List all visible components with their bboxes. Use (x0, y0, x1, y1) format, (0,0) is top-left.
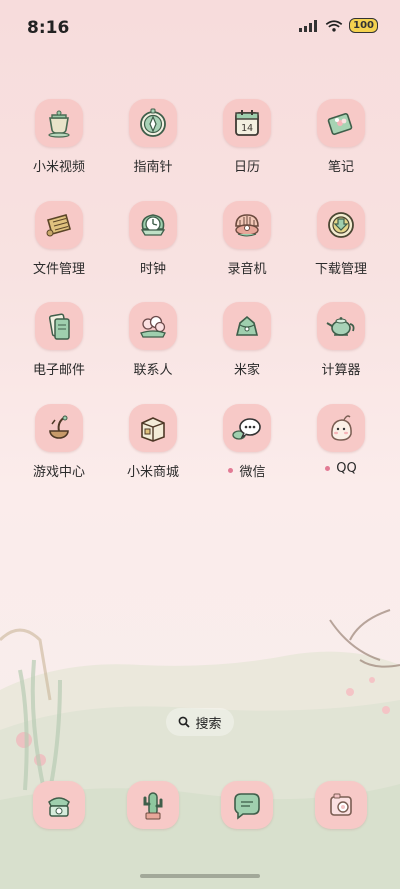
download-icon (328, 212, 354, 238)
signal-icon (299, 19, 318, 32)
search-icon (179, 716, 191, 728)
app-tile[interactable] (35, 99, 83, 147)
status-time: 8:16 (27, 18, 70, 38)
app-wechat[interactable]: 微信 (200, 404, 294, 488)
app-mijia[interactable]: 米家 (200, 302, 294, 386)
app-tile[interactable] (33, 781, 85, 829)
app-qq[interactable]: QQ (294, 404, 388, 488)
cactus-icon (143, 792, 163, 820)
app-label: 小米商城 (126, 465, 179, 480)
scroll-icon (46, 214, 71, 237)
app-tile[interactable] (129, 99, 177, 147)
app-tile[interactable] (223, 201, 271, 249)
app-tile[interactable] (223, 302, 271, 350)
app-tile[interactable] (223, 404, 271, 452)
app-email[interactable]: 电子邮件 (12, 302, 106, 386)
app-tile[interactable] (129, 404, 177, 452)
qq-icon (331, 415, 352, 441)
app-label: 小米视频 (32, 160, 85, 175)
box-icon (141, 417, 165, 442)
dock-camera[interactable] (294, 781, 388, 865)
app-label: 计算器 (321, 363, 361, 378)
app-tile[interactable] (317, 302, 365, 350)
dock-messages[interactable] (200, 781, 294, 865)
app-label: 游戏中心 (32, 465, 85, 480)
app-clock[interactable]: 时钟 (106, 201, 200, 285)
dock-cactus[interactable] (106, 781, 200, 865)
app-game-center[interactable]: 游戏中心 (12, 404, 106, 488)
app-tile[interactable] (129, 201, 177, 249)
app-tile[interactable] (315, 781, 367, 829)
tea-cup-icon (48, 110, 70, 138)
app-label: 联系人 (133, 363, 173, 378)
wifi-icon (325, 19, 343, 32)
phone-icon (48, 797, 70, 817)
app-calculator[interactable]: 计算器 (294, 302, 388, 386)
app-recorder[interactable]: 录音机 (200, 201, 294, 285)
home-indicator[interactable] (140, 874, 260, 878)
teapot-icon (326, 317, 355, 336)
shell-icon (235, 214, 259, 237)
app-tile[interactable]: 14 (223, 99, 271, 147)
app-tile[interactable] (129, 302, 177, 350)
app-tile[interactable] (35, 201, 83, 249)
calendar-icon: 14 (235, 110, 259, 136)
mijia-icon (235, 315, 259, 336)
app-label: 日历 (233, 160, 260, 175)
app-tile[interactable] (317, 404, 365, 452)
app-label: 下载管理 (314, 262, 367, 277)
app-label: 时钟 (139, 262, 166, 277)
camera-icon (330, 793, 352, 816)
app-tile[interactable] (35, 404, 83, 452)
app-label: 指南针 (133, 160, 173, 175)
app-label: 米家 (233, 363, 260, 378)
app-file-manager[interactable]: 文件管理 (12, 201, 106, 285)
search-button[interactable]: 搜索 (166, 708, 234, 736)
app-xiaomi-mall[interactable]: 小米商城 (106, 404, 200, 488)
app-label: 文件管理 (32, 262, 85, 277)
message-icon (234, 793, 260, 820)
games-icon (49, 415, 69, 439)
notes-icon (327, 113, 353, 135)
app-tile[interactable] (35, 302, 83, 350)
battery-indicator: 100 (349, 18, 378, 33)
app-notes[interactable]: 笔记 (294, 99, 388, 183)
contacts-icon (140, 315, 166, 338)
wechat-icon (232, 418, 261, 440)
app-tile[interactable] (221, 781, 273, 829)
app-xiaomi-video[interactable]: 小米视频 (12, 99, 106, 183)
app-calendar[interactable]: 14 日历 (200, 99, 294, 183)
app-label: 录音机 (227, 262, 267, 277)
app-compass[interactable]: 指南针 (106, 99, 200, 183)
notification-dot (325, 466, 331, 471)
app-label: QQ (325, 461, 357, 476)
mail-icon (48, 313, 70, 340)
app-label: 笔记 (327, 160, 354, 175)
app-label: 电子邮件 (32, 363, 85, 378)
app-tile[interactable] (127, 781, 179, 829)
compass-icon (140, 108, 166, 137)
app-contacts[interactable]: 联系人 (106, 302, 200, 386)
clock-icon (140, 214, 166, 236)
status-bar: 8:16 100 (0, 0, 400, 56)
search-label: 搜索 (195, 716, 222, 732)
status-icons: 100 (299, 18, 378, 33)
app-tile[interactable] (317, 99, 365, 147)
app-label: 微信 (228, 461, 266, 480)
notification-dot (228, 468, 234, 473)
app-tile[interactable] (317, 201, 365, 249)
app-downloads[interactable]: 下载管理 (294, 201, 388, 285)
dock-phone[interactable] (12, 781, 106, 865)
calendar-day: 14 (241, 123, 253, 134)
